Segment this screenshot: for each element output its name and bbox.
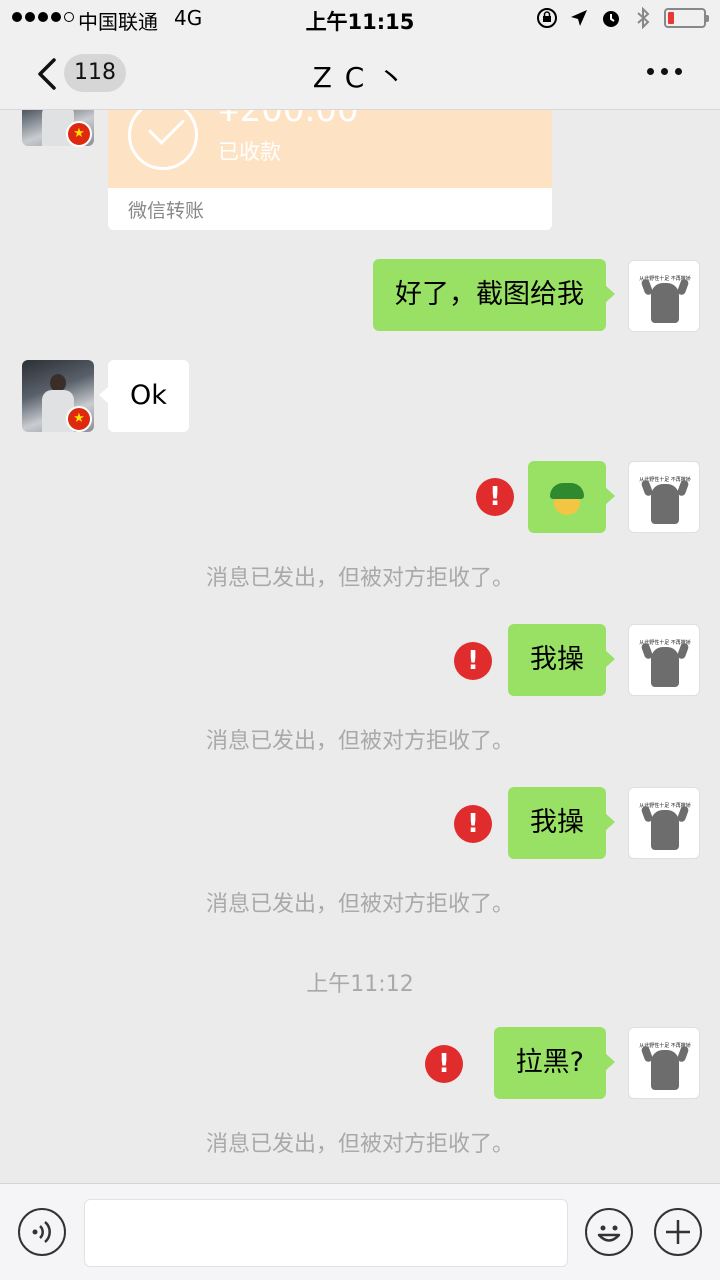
china-flag-badge-icon: ★ <box>66 406 92 432</box>
status-icons <box>536 7 709 29</box>
rejected-notice: 消息已发出，但被对方拒收了。 <box>205 892 514 917</box>
bluetooth-icon <box>632 7 654 29</box>
alarm-icon <box>600 7 622 29</box>
voice-input-icon[interactable] <box>18 1208 66 1256</box>
input-bar <box>0 1183 720 1280</box>
message-bubble-sent[interactable]: 我操 <box>508 787 615 859</box>
transfer-label: 微信转账 <box>128 200 205 222</box>
status-bar: 中国联通 4G 上午11:15 <box>0 0 720 38</box>
battery-icon <box>664 8 709 28</box>
rotation-lock-icon <box>536 7 558 29</box>
emoji-face-icon[interactable] <box>585 1208 633 1256</box>
time-separator: 上午11:12 <box>306 972 414 997</box>
message-bubble-received[interactable]: Ok <box>99 360 189 432</box>
message-bubble-sent[interactable]: 我操 <box>508 624 615 696</box>
message-bubble-sent[interactable] <box>528 461 615 533</box>
my-avatar[interactable]: 从此野性十足 不再撒娇 <box>628 787 700 859</box>
more-actions-plus-icon[interactable] <box>654 1208 702 1256</box>
message-bubble-sent[interactable]: 拉黑? <box>493 1027 616 1099</box>
chat-title: Z C 丶 <box>312 61 408 94</box>
my-avatar[interactable]: 从此野性十足 不再撒娇 <box>628 624 700 696</box>
received-check-icon <box>128 100 198 170</box>
message-bubble-sent[interactable]: 好了，截图给我 <box>373 259 615 331</box>
rejected-notice: 消息已发出，但被对方拒收了。 <box>205 729 514 754</box>
nav-bar: 118 Z C 丶 <box>0 38 720 110</box>
rejected-notice: 消息已发出，但被对方拒收了。 <box>205 566 514 591</box>
send-failed-icon[interactable]: ! <box>476 478 514 516</box>
message-input[interactable] <box>84 1199 568 1267</box>
china-flag-badge-icon: ★ <box>66 121 92 147</box>
my-avatar[interactable]: 从此野性十足 不再撒娇 <box>628 260 700 332</box>
more-options-icon[interactable] <box>647 68 682 75</box>
transfer-status: 已收款 <box>218 140 281 164</box>
my-avatar[interactable]: 从此野性十足 不再撒娇 <box>628 461 700 533</box>
top-bar: 中国联通 4G 上午11:15 118 Z C 丶 <box>0 0 720 110</box>
send-failed-icon[interactable]: ! <box>454 805 492 843</box>
green-hat-emoji-icon <box>550 481 584 515</box>
location-icon <box>568 7 590 29</box>
send-failed-icon[interactable]: ! <box>425 1045 463 1083</box>
send-failed-icon[interactable]: ! <box>454 642 492 680</box>
my-avatar[interactable]: 从此野性十足 不再撒娇 <box>628 1027 700 1099</box>
rejected-notice: 消息已发出，但被对方拒收了。 <box>205 1132 514 1157</box>
